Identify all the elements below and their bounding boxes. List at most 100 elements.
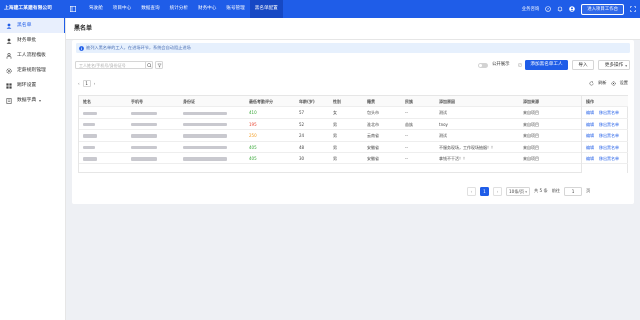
blacklist-table: 姓名 手机号 身份证 最低考勤评分 年龄(岁) 性别 籍贯 民族 添加原因 添加…	[78, 95, 628, 173]
id-cell-redacted	[183, 142, 227, 153]
page-number-current[interactable]: 1	[480, 186, 489, 196]
page-size-select[interactable]: 10条/页 ▾	[506, 186, 530, 196]
source-cell: 来自项目	[523, 110, 539, 116]
page-unit-label: 页	[586, 188, 591, 193]
col-phone: 手机号	[131, 99, 143, 104]
company-name: 上海建工某建有限公司	[4, 6, 52, 11]
user-icon	[6, 38, 12, 44]
business-consult-link[interactable]: 业务咨询	[522, 6, 540, 12]
more-actions-button[interactable]: 更多操作 ▾	[598, 60, 630, 70]
phone-cell-redacted	[131, 119, 157, 130]
top-nav: 驾驶舱 项目中心 数据查询 统计分析 财务中心 账号管理 黑名单配置	[84, 0, 283, 18]
grid-icon	[6, 82, 12, 89]
sidebar-item-salary-rules[interactable]: 定薪规则管理 ▾	[0, 63, 65, 78]
sidebar-item-worker-flow-template[interactable]: 工人流程模板 ▾	[0, 48, 65, 63]
remove-from-blacklist-link[interactable]: 移出黑名单	[599, 119, 619, 130]
mini-page-number[interactable]: 1	[82, 79, 91, 87]
age-cell: 48	[299, 144, 305, 150]
enter-workbench-button[interactable]: 进入项目工作台	[581, 3, 624, 15]
sidebar-item-label: 踢环设置	[17, 83, 37, 88]
phone-cell-redacted	[131, 142, 157, 153]
id-cell-redacted	[183, 130, 227, 141]
remove-from-blacklist-link[interactable]: 移出黑名单	[599, 153, 619, 164]
toggle-label: 公开展示	[492, 62, 510, 67]
table-row: 410 57 女 包头市 -- 测试 来自项目	[79, 107, 628, 119]
nav-blacklist-config[interactable]: 黑名单配置	[249, 0, 283, 18]
filter-icon	[157, 64, 163, 68]
col-reason: 添加原因	[439, 99, 455, 104]
chevron-down-icon: ▾	[525, 189, 527, 194]
fullscreen-icon[interactable]	[630, 6, 636, 12]
sidebar-item-finance-approval[interactable]: 财务审批	[0, 33, 65, 48]
sidebar-item-blacklist[interactable]: 黑名单	[0, 18, 65, 33]
origin-cell: 云南省	[367, 133, 379, 139]
phone-cell-redacted	[131, 153, 157, 164]
table-row: 405 30 男 安徽省 -- 拿钱不干活！！ 来自项目	[79, 153, 628, 165]
top-navigation-bar: 上海建工某建有限公司 驾驶舱 项目中心 数据查询 统计分析 财务中心 账号管理 …	[0, 0, 640, 18]
refresh-icon[interactable]	[589, 80, 594, 86]
gender-cell: 男	[333, 121, 337, 127]
avatar[interactable]	[569, 6, 576, 12]
help-icon[interactable]: ?	[545, 6, 552, 12]
nav-finance-center[interactable]: 财务中心	[193, 0, 221, 18]
col-id-card: 身份证	[183, 99, 195, 104]
edit-link[interactable]: 编辑	[586, 119, 594, 130]
gender-cell: 男	[333, 144, 337, 150]
question-icon[interactable]: ?	[518, 63, 522, 67]
import-button[interactable]: 导入	[572, 60, 594, 70]
refresh-label[interactable]: 刷新	[598, 80, 606, 86]
settings-icon[interactable]	[611, 80, 616, 86]
settings-label[interactable]: 设置	[620, 80, 628, 86]
menu-toggle-icon[interactable]	[70, 6, 76, 12]
name-cell-redacted	[83, 119, 95, 130]
ops-row: 编辑 移出黑名单	[582, 119, 628, 131]
bell-icon[interactable]	[557, 6, 563, 12]
edit-link[interactable]: 编辑	[586, 142, 594, 153]
col-name: 姓名	[83, 99, 91, 104]
next-page-icon[interactable]: ›	[94, 81, 96, 86]
col-origin: 籍贯	[367, 99, 375, 104]
public-display-toggle[interactable]	[478, 63, 488, 68]
svg-text:?: ?	[547, 7, 549, 11]
remove-from-blacklist-link[interactable]: 移出黑名单	[599, 142, 619, 153]
score-cell: 405	[249, 144, 257, 150]
add-blacklist-worker-button[interactable]: 添加黑名单工人	[525, 60, 568, 70]
search-input[interactable]: 工人姓名/手机号/身份证号	[75, 61, 147, 69]
table-tools: 刷新 设置	[589, 79, 628, 87]
gender-cell: 女	[333, 110, 337, 116]
sidebar: 黑名单 财务审批 工人流程模板 ▾ 定薪规则管理 ▾ 踢环设置 数据字典 ▾	[0, 18, 66, 320]
source-cell: 来自项目	[523, 121, 539, 127]
next-page-button[interactable]: ›	[493, 186, 502, 196]
goto-page-input[interactable]: 1	[564, 186, 583, 196]
col-source: 添加来源	[523, 99, 539, 104]
filter-button[interactable]	[155, 61, 163, 69]
edit-link[interactable]: 编辑	[586, 153, 594, 164]
score-cell: 405	[249, 156, 257, 161]
chevron-down-icon: ▾	[38, 98, 41, 103]
prev-page-icon[interactable]: ‹	[78, 81, 80, 86]
table-toolbar: ‹ 1 › 刷新 设置	[76, 78, 630, 90]
prev-page-button[interactable]: ‹	[467, 186, 476, 196]
edit-link[interactable]: 编辑	[586, 130, 594, 141]
sidebar-item-label: 数据字典	[17, 98, 37, 103]
chevron-down-icon: ▾	[625, 64, 627, 68]
edit-link[interactable]: 编辑	[586, 107, 594, 118]
mini-pager: ‹ 1 ›	[78, 79, 95, 87]
nav-project-center[interactable]: 项目中心	[108, 0, 136, 18]
search-button[interactable]	[145, 61, 153, 69]
source-cell: 来自项目	[523, 133, 539, 139]
phone-cell-redacted	[131, 107, 157, 118]
info-icon	[79, 45, 84, 51]
remove-from-blacklist-link[interactable]: 移出黑名单	[599, 130, 619, 141]
sidebar-item-data-dictionary[interactable]: 数据字典 ▾	[0, 93, 65, 108]
nav-data-query[interactable]: 数据查询	[136, 0, 164, 18]
ops-row: 编辑 移出黑名单	[582, 142, 628, 153]
nav-statistics[interactable]: 统计分析	[165, 0, 193, 18]
nav-account-management[interactable]: 账号管理	[221, 0, 249, 18]
sidebar-item-label: 黑名单	[17, 23, 32, 28]
col-age: 年龄(岁)	[299, 99, 315, 104]
sidebar-item-settings[interactable]: 踢环设置	[0, 78, 65, 93]
nav-cockpit[interactable]: 驾驶舱	[84, 0, 108, 18]
sidebar-item-label: 定薪规则管理	[17, 68, 46, 73]
remove-from-blacklist-link[interactable]: 移出黑名单	[599, 107, 619, 118]
